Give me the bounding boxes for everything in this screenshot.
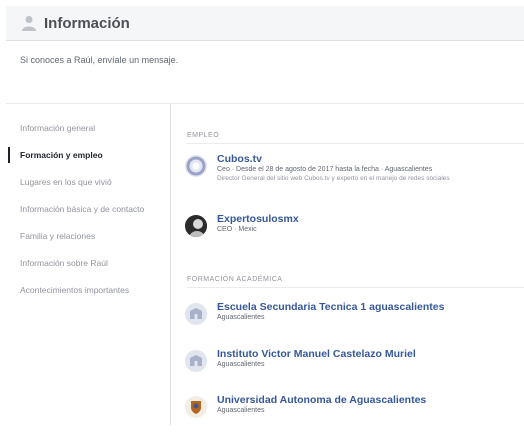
sidebar-item-label: Información básica y de contacto: [20, 204, 145, 214]
school-location: Aguascalientes: [217, 361, 265, 368]
intro-panel: Si conoces a Raúl, envíale un mensaje.: [6, 41, 524, 104]
education-section-title: FORMACIÓN ACADÉMICA: [187, 276, 283, 283]
university-crest-icon[interactable]: [185, 396, 207, 418]
sidebar-item-life-events[interactable]: Acontecimientos importantes: [6, 282, 170, 298]
school-name-link[interactable]: Escuela Secundaria Tecnica 1 aguascalien…: [217, 301, 444, 313]
sidebar-item-details[interactable]: Información sobre Raúl: [6, 255, 170, 271]
work-entry: Expertosulosmx CEO · Mexic: [183, 213, 523, 251]
education-entry: Universidad Autonoma de Aguascalientes A…: [183, 394, 523, 432]
education-entry: Instituto Victor Manuel Castelazo Muriel…: [183, 348, 523, 386]
work-details: CEO · Mexic: [217, 226, 257, 233]
school-icon[interactable]: [185, 303, 207, 325]
sidebar-item-label: Lugares en los que vivió: [20, 177, 112, 187]
section-header: Información: [6, 6, 524, 41]
work-entry: Cubos.tv Ceo · Desde el 28 de agosto de …: [183, 153, 523, 191]
sidebar-item-label: Familia y relaciones: [20, 231, 96, 241]
sidebar-item-contact[interactable]: Información básica y de contacto: [6, 201, 170, 217]
school-name-link[interactable]: Universidad Autonoma de Aguascalientes: [217, 394, 426, 406]
school-name-link[interactable]: Instituto Victor Manuel Castelazo Muriel: [217, 348, 416, 360]
section-title: Información: [44, 14, 130, 32]
sidebar-item-label: Información sobre Raúl: [20, 258, 108, 268]
about-sidebar: Información general Formación y empleo L…: [6, 104, 170, 425]
sidebar-item-family[interactable]: Familia y relaciones: [6, 228, 170, 244]
main-content: EMPLEO Cubos.tv Ceo · Desde el 28 de ago…: [171, 104, 524, 425]
work-details: Ceo · Desde el 28 de agosto de 2017 hast…: [217, 166, 433, 173]
section-divider: [187, 287, 524, 288]
work-name-link[interactable]: Expertosulosmx: [217, 213, 299, 225]
education-entry: Escuela Secundaria Tecnica 1 aguascalien…: [183, 301, 523, 339]
section-divider: [187, 143, 524, 144]
intro-text: Si conoces a Raúl, envíale un mensaje.: [20, 55, 179, 65]
person-icon: [22, 16, 36, 31]
work-description: Director General del sitio web Cubos.tv …: [217, 175, 450, 182]
sidebar-item-work-education[interactable]: Formación y empleo: [6, 147, 170, 163]
work-name-link[interactable]: Cubos.tv: [217, 153, 262, 165]
school-icon[interactable]: [185, 350, 207, 372]
active-indicator: [8, 147, 10, 163]
sidebar-item-label: Información general: [20, 123, 96, 133]
sidebar-item-label: Formación y empleo: [20, 150, 103, 160]
school-location: Aguascalientes: [217, 407, 265, 414]
school-location: Aguascalientes: [217, 314, 265, 321]
sidebar-item-overview[interactable]: Información general: [6, 120, 170, 136]
sidebar-item-label: Acontecimientos importantes: [20, 285, 130, 295]
sidebar-item-places[interactable]: Lugares en los que vivió: [6, 174, 170, 190]
profile-photo-icon[interactable]: [185, 215, 207, 237]
circle-logo-icon[interactable]: [185, 155, 207, 177]
work-section-title: EMPLEO: [187, 132, 220, 139]
